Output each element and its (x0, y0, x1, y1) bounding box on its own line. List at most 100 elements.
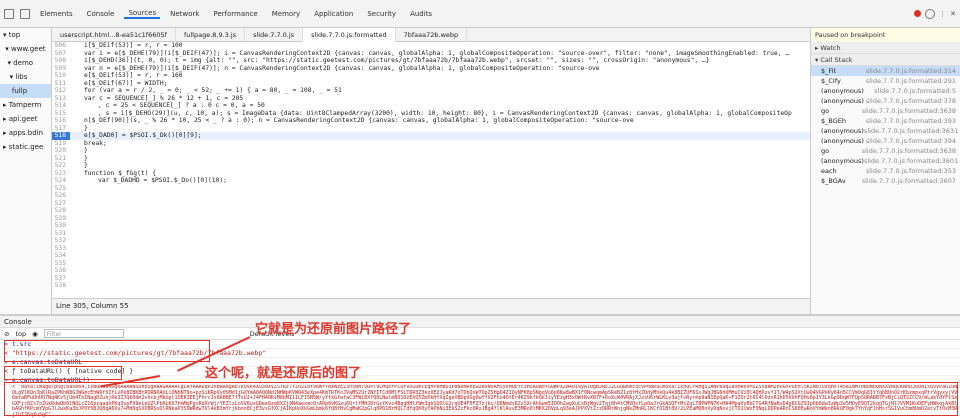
line-text: e[$_DAD0] = $PSOI.$_Dk()[0][9]; (84, 132, 202, 139)
editor-status-bar: Line 305, Column 55 (52, 298, 810, 314)
line-number[interactable]: 534 (52, 252, 70, 260)
device-toolbar-icon[interactable] (20, 8, 30, 19)
tab-console[interactable]: Console (83, 10, 119, 18)
code-line: 524 var $_DADHD = $PSOI.$_Do()[0](10); (52, 177, 810, 185)
line-number[interactable]: 510 (52, 72, 70, 80)
inspect-element-icon[interactable] (4, 8, 14, 19)
file-tab[interactable]: slide.7.7.0.js:formatted (303, 27, 396, 42)
callstack-frame[interactable]: each slide.7.7.0.js:formatted:353 (811, 166, 960, 176)
callstack-frame[interactable]: (anonymous) slide.7.7.0.js:formatted:394 (811, 136, 960, 146)
line-number[interactable]: 527 (52, 200, 70, 208)
line-number[interactable]: 533 (52, 245, 70, 253)
line-number[interactable]: 521 (52, 155, 70, 163)
callstack-frame[interactable]: $_BGEh slide.7.7.0.js:formatted:393 (811, 116, 960, 126)
file-tab[interactable]: userscript.html...8-ea51c1f6605f (52, 27, 176, 42)
callstack-frame[interactable]: (anonymous) slide.7.7.0.js:formatted:5 (811, 86, 960, 96)
line-number[interactable]: 531 (52, 230, 70, 238)
nav-item[interactable]: ▸ static.gee (0, 140, 51, 154)
line-number[interactable]: 524 (52, 177, 70, 185)
nav-item[interactable]: ▾ www.geet (0, 42, 51, 56)
tab-security[interactable]: Security (363, 10, 400, 18)
close-icon[interactable]: ✕ (950, 10, 956, 18)
watch-section[interactable]: ▸ Watch (811, 42, 960, 54)
callstack-frame[interactable]: (anonymous) slide.7.7.0.js:formatted:378 (811, 96, 960, 106)
tab-performance[interactable]: Performance (209, 10, 261, 18)
line-number[interactable]: 513 (52, 95, 70, 103)
line-number[interactable]: 529 (52, 215, 70, 223)
line-number[interactable]: 536 (52, 267, 70, 275)
callstack-section[interactable]: ▾ Call Stack (811, 54, 960, 66)
eye-icon[interactable]: ◉ (32, 330, 38, 338)
line-number[interactable]: 511 (52, 80, 70, 88)
frame-location: slide.7.7.0.js:formatted:3631 (863, 127, 959, 135)
highlight-box-dataurl (4, 366, 122, 380)
frame-location: slide.7.7.0.js:formatted:314 (865, 67, 956, 75)
line-text: } (84, 124, 88, 132)
nav-item[interactable]: ▸ apps.bdin (0, 126, 51, 140)
nav-item[interactable]: ▾ top (0, 28, 51, 42)
nav-item[interactable]: fullp (0, 84, 51, 98)
line-number[interactable]: 528 (52, 207, 70, 215)
more-options-icon[interactable]: ⋮ (939, 10, 946, 18)
callstack-frame[interactable]: go slide.7.7.0.js:formatted:3638 (811, 106, 960, 116)
callstack-frame[interactable]: $_CIfy slide.7.7.0.js:formatted:291 (811, 76, 960, 86)
code-line: 528 (52, 207, 810, 215)
line-number[interactable]: 518 (52, 132, 70, 140)
frame-location: slide.7.7.0.js:formatted:3607 (861, 177, 956, 185)
line-number[interactable]: 515 (52, 110, 70, 118)
tab-sources[interactable]: Sources (124, 9, 161, 19)
line-number[interactable]: 520 (52, 147, 70, 155)
file-tab[interactable]: 7bfaaa72b.webp (396, 27, 468, 42)
console-tab[interactable]: Console (0, 316, 960, 328)
line-number[interactable]: 506 (52, 42, 70, 50)
line-number[interactable]: 523 (52, 170, 70, 178)
tab-application[interactable]: Application (310, 10, 357, 18)
line-number[interactable]: 532 (52, 237, 70, 245)
line-number[interactable]: 509 (52, 65, 70, 73)
code-line: 517} (52, 125, 810, 133)
frame-location: slide.7.7.0.js:formatted:291 (865, 77, 956, 85)
callstack-frame[interactable]: $_Fit slide.7.7.0.js:formatted:314 (811, 66, 960, 76)
code-line: 526 (52, 192, 810, 200)
file-tab[interactable]: slide.7.7.0.js (245, 27, 304, 42)
line-text: n[$_DEf(90)](s, _ % 26 * 10, 25 < _ ? a … (84, 117, 634, 124)
line-number[interactable]: 508 (52, 57, 70, 65)
line-text: } (84, 154, 88, 162)
code-area[interactable]: 506 i[$_DEif(53)] = r, r = 100 507 var i = … (52, 42, 810, 298)
highlight-box-output (4, 382, 958, 416)
context-select[interactable]: top (15, 330, 26, 338)
line-number[interactable]: 517 (52, 125, 70, 133)
line-text (70, 275, 84, 283)
code-line: 519 break; (52, 140, 810, 148)
tab-network[interactable]: Network (166, 10, 203, 18)
tab-memory[interactable]: Memory (268, 10, 304, 18)
file-tab[interactable]: fullpage.8.9.3.js (176, 27, 246, 42)
line-number[interactable]: 530 (52, 222, 70, 230)
line-number[interactable]: 507 (52, 50, 70, 58)
nav-item[interactable]: ▾ demo (0, 56, 51, 70)
line-text (70, 230, 84, 238)
callstack-frame[interactable]: go slide.7.7.0.js:formatted:3638 (811, 146, 960, 156)
callstack-frame[interactable]: $_BGAv slide.7.7.0.js:formatted:3607 (811, 176, 960, 186)
line-number[interactable]: 514 (52, 102, 70, 110)
nav-item[interactable]: ▸ api.geet (0, 112, 51, 126)
settings-gear-icon[interactable] (925, 8, 936, 19)
line-number[interactable]: 525 (52, 185, 70, 193)
callstack-frame[interactable]: (anonymous) slide.7.7.0.js:formatted:3631 (811, 126, 960, 136)
line-number[interactable]: 516 (52, 117, 70, 125)
line-number[interactable]: 512 (52, 87, 70, 95)
line-number[interactable]: 519 (52, 140, 70, 148)
tab-elements[interactable]: Elements (36, 10, 77, 18)
nav-item[interactable]: ▸ Tamperm (0, 98, 51, 112)
tab-audits[interactable]: Audits (406, 10, 436, 18)
line-number[interactable]: 537 (52, 275, 70, 283)
clear-console-icon[interactable]: ⊘ (4, 330, 9, 338)
line-number[interactable]: 526 (52, 192, 70, 200)
nav-item[interactable]: ▾ libs (0, 70, 51, 84)
error-indicator[interactable]: ⋮ ✕ (914, 8, 960, 19)
line-number[interactable]: 535 (52, 260, 70, 268)
line-number[interactable]: 522 (52, 162, 70, 170)
console-filter-input[interactable]: Filter (43, 329, 124, 338)
callstack-frame[interactable]: (anonymous) slide.7.7.0.js:formatted:3601 (811, 156, 960, 166)
line-number[interactable]: 538 (52, 282, 70, 290)
